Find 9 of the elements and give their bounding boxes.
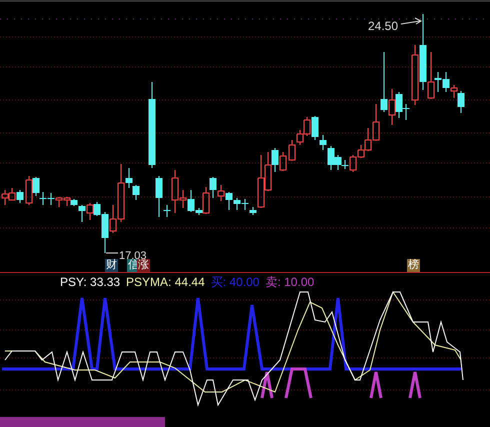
high-arrow-icon — [400, 18, 422, 24]
high-price-label: 24.50 — [368, 19, 398, 33]
indicator-value: 卖: 10.00 — [265, 275, 314, 289]
indicator-value: 买: 40.00 — [210, 275, 260, 289]
indicator-value: PSYMA: 44.44 — [126, 275, 205, 289]
indicator-value: PSY: 33.33 — [60, 275, 120, 289]
event-badge: 涨 — [137, 259, 150, 272]
event-badge: 榜 — [407, 259, 420, 272]
event-badge: 财 — [105, 259, 118, 272]
